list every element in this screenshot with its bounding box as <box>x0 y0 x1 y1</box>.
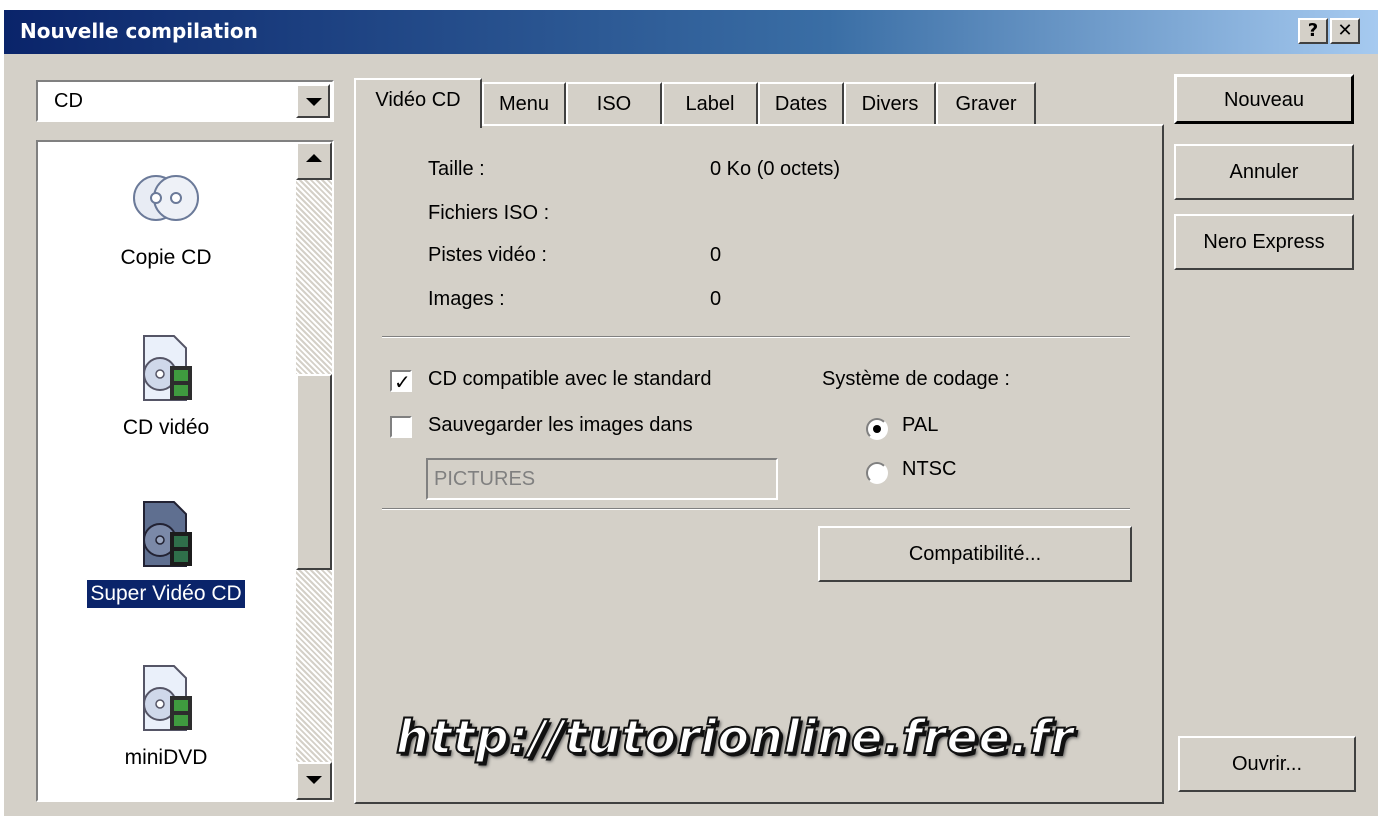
video-tracks-label: Pistes vidéo : <box>428 244 547 266</box>
checkmark-icon: ✓ <box>394 372 411 394</box>
standard-checkbox[interactable]: ✓ <box>390 370 412 394</box>
cancel-button[interactable]: Annuler <box>1174 144 1354 200</box>
pal-radio[interactable] <box>866 418 888 440</box>
list-item-label: miniDVD <box>124 746 208 769</box>
new-button[interactable]: Nouveau <box>1174 74 1354 124</box>
compatibility-button[interactable]: Compatibilité... <box>818 526 1132 582</box>
watermark-url: http://tutorionline.free.fr <box>395 709 1075 765</box>
tab-label[interactable]: Label <box>662 82 758 126</box>
size-value: 0 Ko (0 octets) <box>710 158 841 180</box>
copy-cd-icon <box>130 162 202 234</box>
tab-graver[interactable]: Graver <box>936 82 1036 126</box>
tab-video-cd[interactable]: Vidéo CD <box>354 78 482 128</box>
minidvd-icon <box>130 662 202 734</box>
window-title: Nouvelle compilation <box>20 19 258 43</box>
video-tracks-value: 0 <box>710 244 722 266</box>
save-images-label[interactable]: Sauvegarder les images dans <box>428 414 693 437</box>
list-item-minidvd[interactable]: miniDVD <box>38 662 294 772</box>
list-item-video-cd[interactable]: CD vidéo <box>38 332 294 442</box>
save-images-checkbox[interactable] <box>390 416 412 438</box>
chevron-up-icon <box>306 154 322 162</box>
compilation-type-select[interactable]: CD <box>36 80 334 122</box>
images-folder-input[interactable]: PICTURES <box>426 458 778 500</box>
close-button[interactable]: ✕ <box>1330 18 1360 44</box>
chevron-down-icon <box>306 776 322 784</box>
tab-menu[interactable]: Menu <box>482 82 566 126</box>
list-item-label: CD vidéo <box>122 416 210 439</box>
title-bar[interactable]: Nouvelle compilation ? ✕ <box>4 10 1378 54</box>
super-video-cd-icon <box>130 498 202 570</box>
list-item-super-video-cd[interactable]: Super Vidéo CD <box>38 498 294 608</box>
video-cd-icon <box>130 332 202 404</box>
separator <box>382 508 1130 510</box>
help-button[interactable]: ? <box>1298 18 1328 44</box>
size-label: Taille : <box>428 158 485 180</box>
pal-radio-label[interactable]: PAL <box>902 414 938 437</box>
images-value: 0 <box>710 288 722 310</box>
separator <box>382 336 1130 338</box>
scroll-up-button[interactable] <box>296 142 332 180</box>
scroll-down-button[interactable] <box>296 762 332 800</box>
open-button[interactable]: Ouvrir... <box>1178 736 1356 792</box>
chevron-down-icon[interactable] <box>296 84 330 118</box>
tab-panel-video-cd: Taille : 0 Ko (0 octets) Fichiers ISO : … <box>354 124 1164 804</box>
nero-express-button[interactable]: Nero Express <box>1174 214 1354 270</box>
project-type-list: Copie CD CD vidéo Super Vidéo CD miniDVD <box>36 140 334 802</box>
list-item-label: Copie CD <box>120 246 212 269</box>
scroll-thumb[interactable] <box>296 374 332 570</box>
tab-iso[interactable]: ISO <box>566 82 662 126</box>
tab-dates[interactable]: Dates <box>758 82 844 126</box>
encoding-label: Système de codage : <box>822 368 1010 390</box>
ntsc-radio-label[interactable]: NTSC <box>902 458 956 481</box>
ntsc-radio[interactable] <box>866 462 888 484</box>
list-item-label: Super Vidéo CD <box>87 580 245 608</box>
images-label: Images : <box>428 288 505 310</box>
new-compilation-dialog: Nouvelle compilation ? ✕ CD Copie CD CD … <box>4 10 1378 816</box>
list-item-copy-cd[interactable]: Copie CD <box>38 162 294 272</box>
compilation-type-value: CD <box>54 90 83 112</box>
standard-checkbox-label[interactable]: CD compatible avec le standard <box>428 368 711 391</box>
iso-files-label: Fichiers ISO : <box>428 202 550 224</box>
tab-divers[interactable]: Divers <box>844 82 936 126</box>
list-scrollbar[interactable] <box>296 142 332 800</box>
